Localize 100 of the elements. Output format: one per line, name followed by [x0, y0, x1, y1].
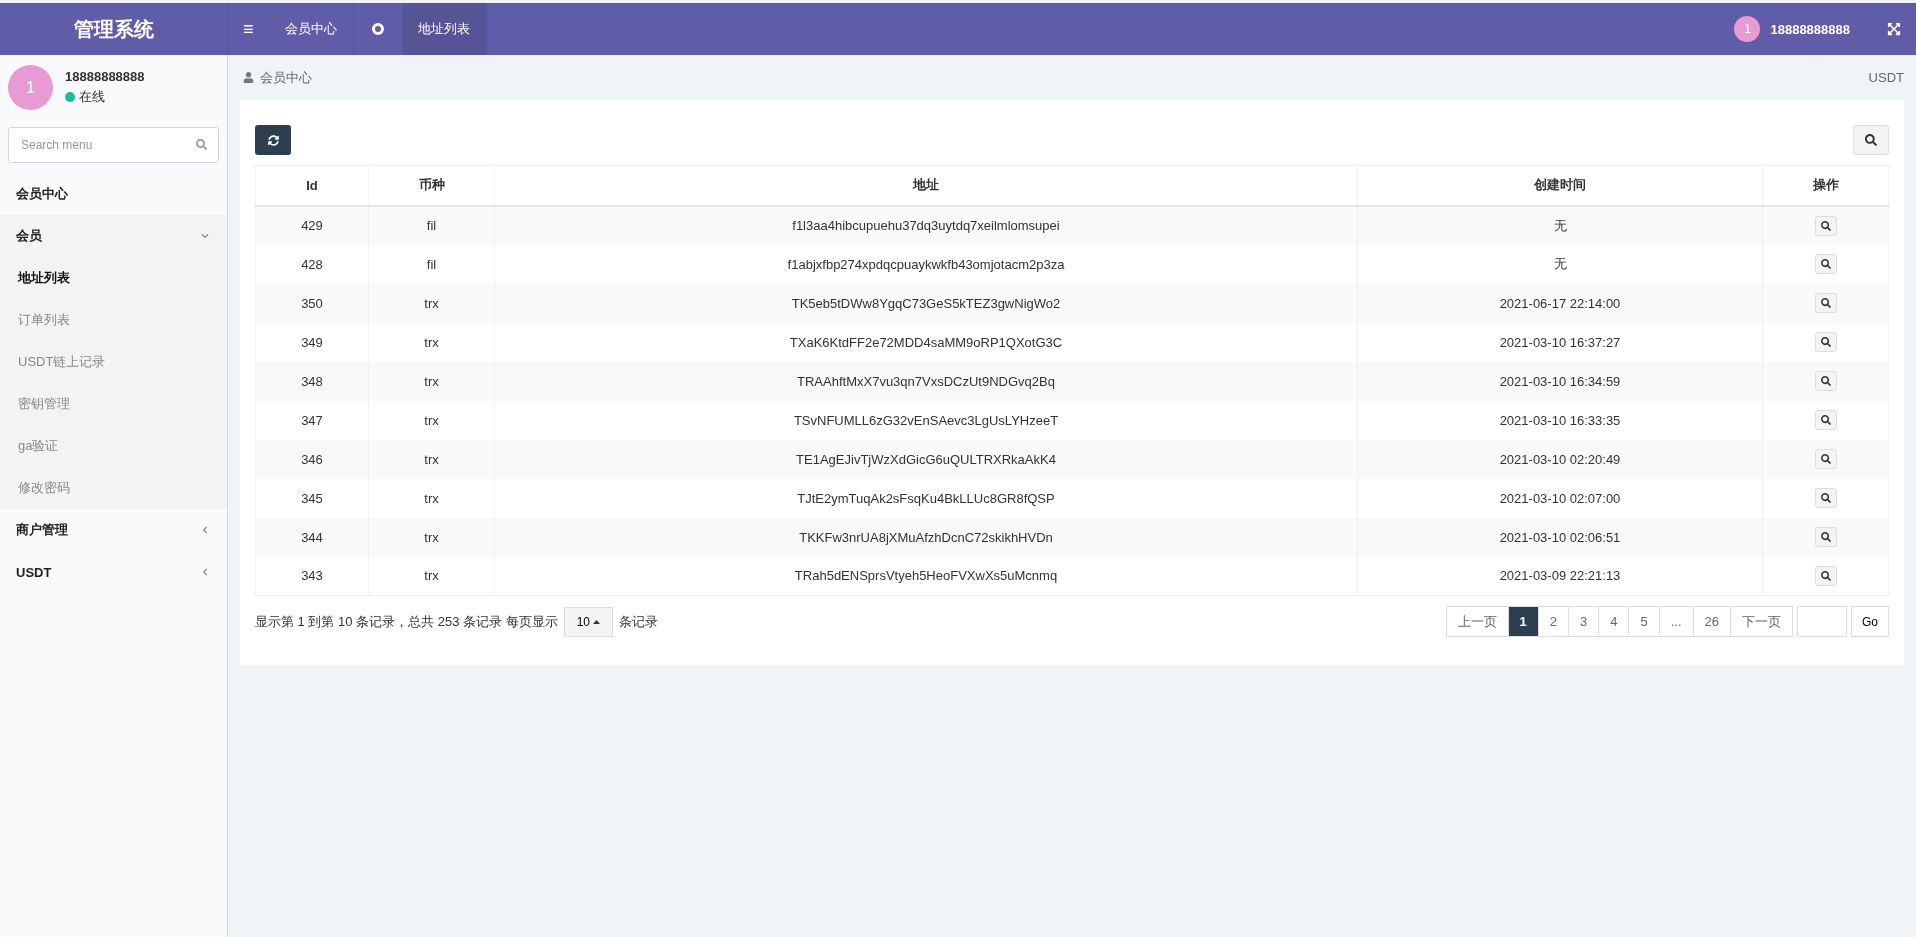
table-cell: trx — [368, 517, 495, 557]
sidebar-subitem[interactable]: 地址列表 — [0, 257, 227, 299]
refresh-icon — [267, 134, 279, 146]
chevron-down-icon — [201, 232, 209, 240]
page-input[interactable] — [1797, 606, 1847, 637]
table-cell: 无 — [1357, 244, 1763, 284]
table-cell: 345 — [255, 478, 369, 518]
sidebar-subitem[interactable]: ga验证 — [0, 425, 227, 467]
search-icon — [1820, 298, 1831, 308]
view-button[interactable] — [1814, 565, 1837, 586]
table-cell: TK5eb5tDWw8YgqC73GeS5kTEZ3gwNigWo2 — [494, 283, 1358, 323]
breadcrumb-link[interactable]: 会员中心 — [260, 68, 312, 87]
search-icon — [1820, 454, 1831, 464]
search-icon — [196, 139, 207, 150]
table-cell: 348 — [255, 361, 369, 401]
page-button[interactable]: 2 — [1537, 606, 1569, 637]
user-avatar: 1 — [8, 65, 53, 110]
table-cell: trx — [368, 478, 495, 518]
table-cell: trx — [368, 361, 495, 401]
table-cell: 2021-03-10 02:20:49 — [1357, 439, 1763, 479]
table-cell: 2021-03-10 16:34:59 — [1357, 361, 1763, 401]
table-cell: TXaK6KtdFF2e72MDD4saMM9oRP1QXotG3C — [494, 322, 1358, 362]
search-icon — [1820, 532, 1831, 542]
sidebar-subitem[interactable]: 订单列表 — [0, 299, 227, 341]
page-button[interactable]: 上一页 — [1445, 606, 1509, 637]
search-field[interactable]: Search menu — [8, 127, 219, 163]
page-button[interactable]: ... — [1658, 606, 1694, 637]
sidebar-subitem[interactable]: 密钥管理 — [0, 383, 227, 425]
table-cell: 343 — [255, 556, 369, 596]
table-cell: trx — [368, 439, 495, 479]
page-button[interactable]: 4 — [1598, 606, 1630, 637]
page-button[interactable]: 26 — [1692, 606, 1731, 637]
column-header: 币种 — [368, 165, 495, 206]
table-cell: 2021-03-10 16:33:35 — [1357, 400, 1763, 440]
table-cell: 428 — [255, 244, 369, 284]
view-button[interactable] — [1814, 527, 1837, 547]
view-button[interactable] — [1814, 332, 1837, 352]
page-button[interactable]: 3 — [1567, 606, 1600, 637]
view-button[interactable] — [1814, 410, 1837, 430]
view-button[interactable] — [1814, 293, 1837, 313]
table-cell: 无 — [1357, 205, 1763, 245]
sidebar-subitem[interactable]: USDT链上记录 — [0, 341, 227, 383]
page-button[interactable]: 下一页 — [1730, 606, 1793, 637]
table-cell: trx — [368, 322, 495, 362]
table-cell: trx — [368, 400, 495, 440]
circle-icon — [371, 23, 384, 35]
nav-tab[interactable]: 地址列表 — [401, 3, 487, 55]
view-button[interactable] — [1814, 254, 1837, 274]
table-cell: 344 — [255, 517, 369, 557]
sidebar-item[interactable]: USDT — [0, 551, 227, 593]
sidebar-subitem[interactable]: 修改密码 — [0, 467, 227, 509]
user-name: 18888888888 — [65, 69, 145, 84]
table-cell: TRAAhftMxX7vu3qn7VxsDCzUt9NDGvq2Bq — [494, 361, 1358, 401]
refresh-button[interactable] — [255, 125, 291, 155]
menu-toggle-button[interactable]: ≡ — [228, 3, 269, 55]
user-icon — [243, 72, 254, 83]
table-cell: TJtE2ymTuqAk2sFsqKu4BkLLUc8GR8fQSP — [494, 478, 1358, 518]
table-cell: 2021-03-10 02:06:51 — [1357, 517, 1763, 557]
table-cell: 346 — [255, 439, 369, 479]
chevron-left-icon — [201, 526, 209, 534]
user-name[interactable]: 18888888888 — [1770, 21, 1850, 37]
sidebar-item[interactable]: 会员中心 — [0, 173, 227, 215]
table-cell: 2021-03-10 16:37:27 — [1357, 322, 1763, 362]
search-button[interactable] — [1853, 125, 1889, 155]
view-button[interactable] — [1814, 371, 1837, 391]
records-summary: 显示第 1 到第 10 条记录，总共 253 条记录 每页显示 — [255, 612, 558, 631]
search-icon — [1820, 376, 1831, 386]
view-button[interactable] — [1814, 449, 1837, 469]
view-button[interactable] — [1814, 215, 1837, 236]
online-dot — [65, 92, 75, 102]
table-cell: fil — [368, 205, 495, 245]
view-button[interactable] — [1814, 488, 1837, 508]
table-cell: 349 — [255, 322, 369, 362]
table-cell: TSvNFUMLL6zG32vEnSAevc3LgUsLYHzeeT — [494, 400, 1358, 440]
table-cell: f1l3aa4hibcupuehu37dq3uytdq7xeilmlomsupei — [494, 205, 1358, 245]
search-icon — [1820, 337, 1831, 347]
sidebar-item[interactable]: 商户管理 — [0, 509, 227, 551]
status-text: 在线 — [79, 88, 105, 106]
table-cell: 2021-06-17 22:14:00 — [1357, 283, 1763, 323]
search-icon — [1820, 220, 1831, 231]
table-cell: 2021-03-09 22:21:13 — [1357, 556, 1763, 596]
table-cell: 347 — [255, 400, 369, 440]
sidebar-item[interactable]: 会员 — [0, 215, 227, 257]
chevron-left-icon — [201, 568, 209, 576]
page-size-dropdown[interactable]: 10 — [563, 606, 614, 637]
records-label: 条记录 — [619, 612, 659, 631]
table-cell: fil — [368, 244, 495, 284]
table-cell: 350 — [255, 283, 369, 323]
go-button[interactable]: Go — [1851, 606, 1889, 637]
search-icon — [1865, 134, 1877, 146]
column-header: 操作 — [1762, 165, 1889, 206]
page-button[interactable]: 1 — [1507, 606, 1539, 637]
column-header: Id — [255, 165, 369, 206]
table-cell: 2021-03-10 02:07:00 — [1357, 478, 1763, 518]
breadcrumb-text: USDT — [1868, 70, 1904, 85]
table-cell: TKKFw3nrUA8jXMuAfzhDcnC72skikhHVDn — [494, 517, 1358, 557]
column-header: 创建时间 — [1357, 165, 1763, 206]
page-button[interactable]: 5 — [1628, 606, 1660, 637]
nav-tab[interactable]: 会员中心 — [268, 3, 354, 55]
table-cell: trx — [368, 556, 495, 596]
